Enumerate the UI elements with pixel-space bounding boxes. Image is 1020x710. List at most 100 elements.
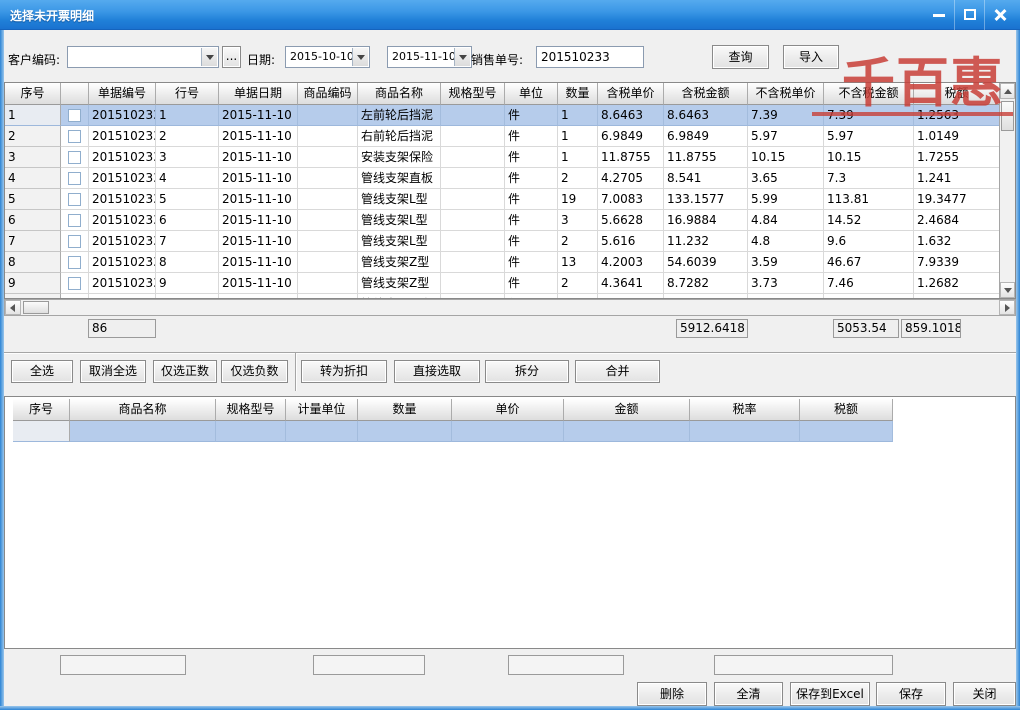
table-cell: 1.7255	[914, 147, 1000, 168]
footer-input-2[interactable]	[313, 655, 425, 675]
table-cell: 7.3	[824, 168, 914, 189]
table-row[interactable]: 820151023382015-11-10管线支架Z型件134.200354.6…	[5, 252, 1015, 273]
row-checkbox[interactable]	[68, 172, 81, 185]
column-header: 单据日期	[219, 83, 298, 105]
direct-select-button[interactable]: 直接选取	[394, 360, 480, 383]
horizontal-scrollbar[interactable]	[4, 299, 1016, 316]
table-cell: 管线支架L型	[358, 189, 441, 210]
save-to-excel-button[interactable]: 保存到Excel	[790, 682, 870, 706]
merge-button[interactable]: 合并	[575, 360, 660, 383]
table-cell: 201510233	[89, 147, 156, 168]
table-cell	[298, 210, 358, 231]
date-to-combobox[interactable]: 2015-11-10	[387, 46, 472, 68]
table-cell: 14.52	[824, 210, 914, 231]
table-cell: 左前轮后挡泥	[358, 105, 441, 126]
window-title: 选择未开票明细	[10, 7, 94, 24]
table-cell: 2	[558, 273, 598, 294]
checkbox-cell	[61, 231, 89, 252]
table-cell: 管线支架Z型	[358, 273, 441, 294]
column-header: 数量	[558, 83, 598, 105]
scroll-up-button[interactable]	[1000, 83, 1015, 99]
table-cell	[441, 210, 505, 231]
table-cell	[441, 168, 505, 189]
close-button[interactable]	[984, 0, 1014, 30]
row-number-cell: 2	[5, 126, 61, 147]
table-row[interactable]: 920151023392015-11-10管线支架Z型件24.36418.728…	[5, 273, 1015, 294]
deselect-all-button[interactable]: 取消全选	[80, 360, 146, 383]
detail-grid-empty-row[interactable]	[13, 421, 893, 442]
arrow-left-icon	[10, 304, 15, 312]
select-negative-only-button[interactable]: 仅选负数	[221, 360, 288, 383]
select-positive-only-button[interactable]: 仅选正数	[153, 360, 217, 383]
chevron-down-icon	[206, 55, 214, 60]
date-to-drop-button[interactable]	[454, 48, 470, 66]
table-row[interactable]: 420151023342015-11-10管线支架直板件24.27058.541…	[5, 168, 1015, 189]
import-button[interactable]: 导入	[783, 45, 839, 69]
table-cell: 4.2003	[598, 252, 664, 273]
row-number-cell: 8	[5, 252, 61, 273]
table-cell: 46.67	[824, 252, 914, 273]
save-button[interactable]: 保存	[876, 682, 946, 706]
window-frame-right	[1016, 30, 1020, 710]
total-quantity-box: 86	[88, 319, 156, 338]
date-from-drop-button[interactable]	[352, 48, 368, 66]
customer-code-combobox[interactable]	[67, 46, 219, 68]
table-cell: 201510233	[89, 189, 156, 210]
table-cell	[441, 126, 505, 147]
row-checkbox[interactable]	[68, 109, 81, 122]
group-divider-vertical	[295, 353, 297, 391]
footer-input-3[interactable]	[508, 655, 624, 675]
table-cell	[441, 147, 505, 168]
row-checkbox[interactable]	[68, 214, 81, 227]
row-checkbox[interactable]	[68, 277, 81, 290]
checkbox-cell	[61, 147, 89, 168]
minimize-button[interactable]	[924, 0, 954, 30]
table-row[interactable]: 220151023322015-11-10右前轮后挡泥件16.98496.984…	[5, 126, 1015, 147]
table-cell: 19	[558, 189, 598, 210]
vertical-scrollbar[interactable]	[999, 83, 1015, 298]
customer-combo-drop-button[interactable]	[201, 48, 217, 66]
table-row[interactable]: 320151023332015-11-10安装支架保险件111.875511.8…	[5, 147, 1015, 168]
row-checkbox[interactable]	[68, 151, 81, 164]
query-button[interactable]: 查询	[712, 45, 769, 69]
date-from-combobox[interactable]: 2015-10-10	[285, 46, 370, 68]
close-dialog-button[interactable]: 关闭	[953, 682, 1016, 706]
table-cell: 8	[156, 252, 219, 273]
maximize-icon	[964, 9, 976, 20]
select-all-button[interactable]: 全选	[11, 360, 73, 383]
sales-order-input[interactable]: 201510233	[536, 46, 644, 68]
delete-button[interactable]: 删除	[637, 682, 707, 706]
chevron-down-icon	[459, 55, 467, 60]
table-cell: 9.6	[824, 231, 914, 252]
main-grid-header: 序号单据编号行号单据日期商品编码商品名称规格型号单位数量含税单价含税金额不含税单…	[5, 83, 1015, 105]
convert-to-discount-button[interactable]: 转为折扣	[301, 360, 387, 383]
row-checkbox[interactable]	[68, 130, 81, 143]
column-header: 税额	[914, 83, 1000, 105]
table-cell: 件	[505, 252, 558, 273]
vertical-scroll-thumb[interactable]	[1001, 101, 1014, 131]
total-amount-incl-tax-box: 5912.6418	[676, 319, 748, 338]
row-checkbox[interactable]	[68, 235, 81, 248]
maximize-button[interactable]	[954, 0, 984, 30]
scroll-right-button[interactable]	[999, 300, 1015, 315]
table-row[interactable]: 520151023352015-11-10管线支架L型件197.0083133.…	[5, 189, 1015, 210]
column-header: 计量单位	[286, 399, 358, 421]
row-checkbox[interactable]	[68, 256, 81, 269]
row-checkbox[interactable]	[68, 193, 81, 206]
customer-browse-button[interactable]: ...	[222, 46, 241, 68]
footer-input-4[interactable]	[714, 655, 893, 675]
clear-all-button[interactable]: 全清	[714, 682, 783, 706]
table-cell: 8.541	[664, 168, 748, 189]
scroll-down-button[interactable]	[1000, 282, 1015, 298]
checkbox-cell	[61, 210, 89, 231]
table-row[interactable]: 720151023372015-11-10管线支架L型件25.61611.232…	[5, 231, 1015, 252]
footer-input-1[interactable]	[60, 655, 186, 675]
table-cell: 2015-11-10	[219, 189, 298, 210]
table-cell: 2015-11-10	[219, 252, 298, 273]
scroll-left-button[interactable]	[5, 300, 21, 315]
horizontal-scroll-thumb[interactable]	[23, 301, 49, 314]
split-button[interactable]: 拆分	[485, 360, 569, 383]
table-cell: 4.8	[748, 231, 824, 252]
table-row[interactable]: 620151023362015-11-10管线支架L型件35.662816.98…	[5, 210, 1015, 231]
table-row[interactable]: 120151023312015-11-10左前轮后挡泥件18.64638.646…	[5, 105, 1015, 126]
